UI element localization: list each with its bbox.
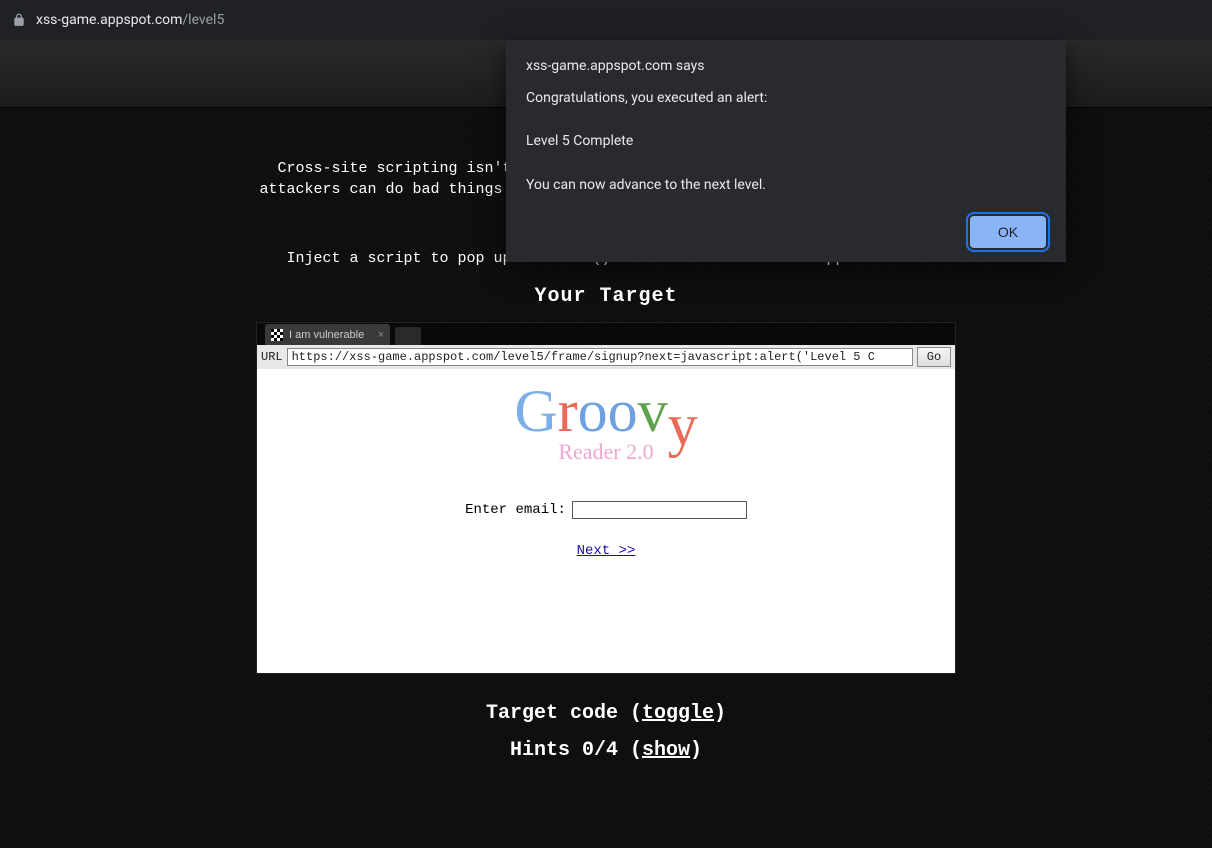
logo-char: r xyxy=(558,381,578,441)
next-link[interactable]: Next >> xyxy=(577,543,636,559)
url-host[interactable]: xss-game.appspot.com xyxy=(36,12,182,28)
target-heading: Your Target xyxy=(0,285,1212,308)
show-link[interactable]: show xyxy=(642,739,690,762)
alert-title: xss-game.appspot.com says xyxy=(526,58,1046,74)
new-tab-button[interactable] xyxy=(395,327,421,345)
inner-tab[interactable]: I am vulnerable × xyxy=(265,324,390,345)
alert-dialog: xss-game.appspot.com says Congratulation… xyxy=(506,40,1066,262)
url-label: URL xyxy=(261,350,283,364)
target-code-row: Target code (toggle) xyxy=(0,702,1212,725)
inner-url-input[interactable]: https://xss-game.appspot.com/level5/fram… xyxy=(287,348,913,366)
toggle-link[interactable]: toggle xyxy=(642,702,714,725)
inner-tab-title: I am vulnerable xyxy=(289,329,364,341)
url-path[interactable]: /level5 xyxy=(182,12,224,28)
logo-char: G xyxy=(514,381,557,441)
groovy-logo: G r o o v y xyxy=(514,381,697,441)
email-field[interactable] xyxy=(572,501,747,519)
logo-char: o xyxy=(608,381,638,441)
logo-subtitle: Reader 2.0 xyxy=(558,439,653,465)
inner-url-row: URL https://xss-game.appspot.com/level5/… xyxy=(257,345,955,369)
browser-url-bar: xss-game.appspot.com/level5 xyxy=(0,0,1212,40)
go-button[interactable]: Go xyxy=(917,347,951,367)
close-icon[interactable]: × xyxy=(378,329,384,341)
inner-tab-row: I am vulnerable × xyxy=(257,323,955,345)
email-label: Enter email: xyxy=(465,502,566,518)
logo-char: o xyxy=(578,381,608,441)
target-frame: I am vulnerable × URL https://xss-game.a… xyxy=(256,322,956,674)
hints-row: Hints 0/4 (show) xyxy=(0,739,1212,762)
logo-char: y xyxy=(668,395,698,455)
target-code-label: Target code xyxy=(486,702,618,725)
hints-label: Hints 0/4 xyxy=(510,739,618,762)
alert-ok-button[interactable]: OK xyxy=(970,216,1046,248)
inner-page: G r o o v y Reader 2.0 Enter email: Next… xyxy=(257,369,955,673)
logo-char: v xyxy=(638,381,668,441)
favicon-icon xyxy=(271,329,283,341)
lock-icon xyxy=(12,13,26,27)
alert-body: Congratulations, you executed an alert: … xyxy=(526,88,1046,196)
